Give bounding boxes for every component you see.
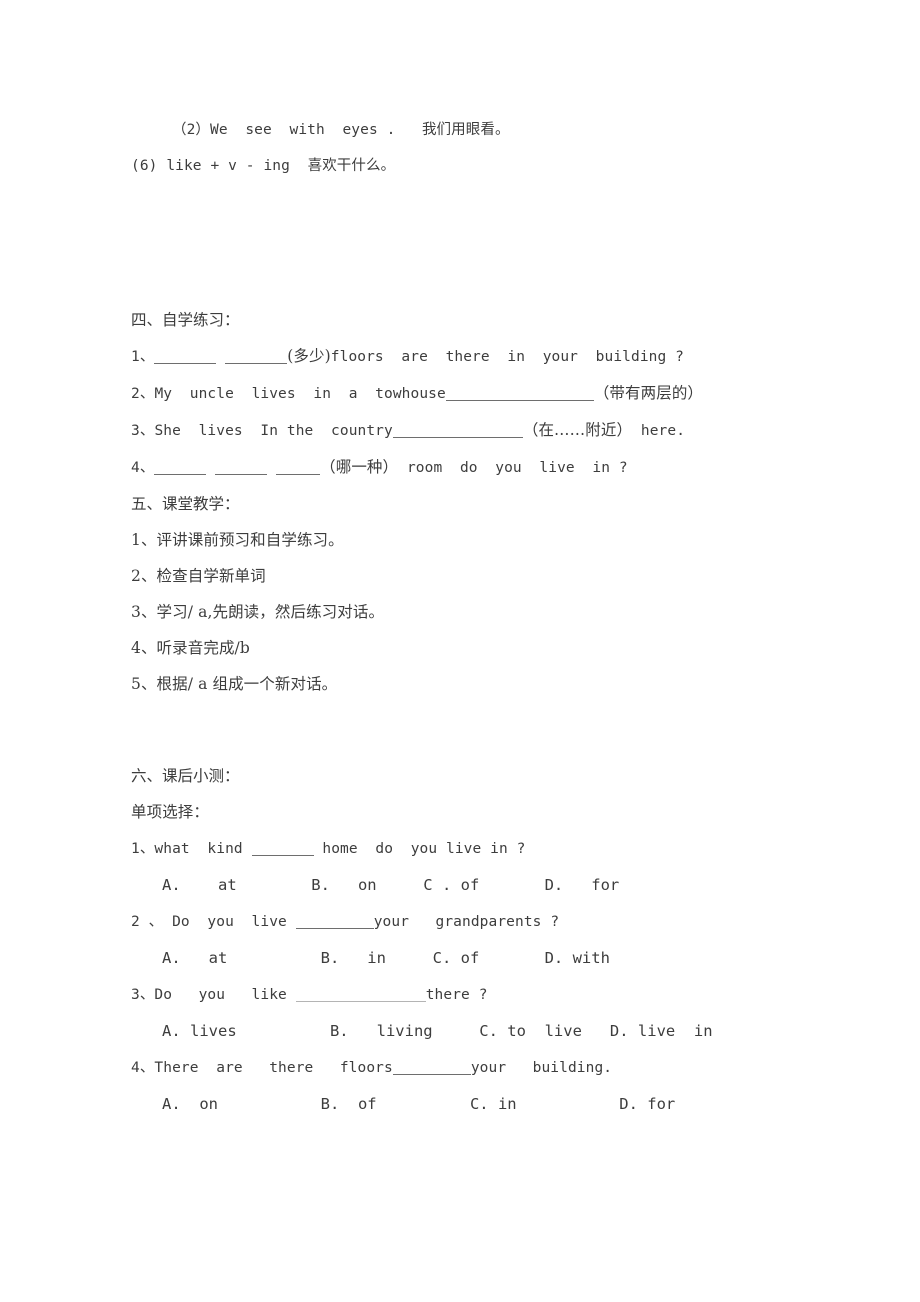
q1-hint: (多少) [287, 347, 331, 365]
section-four-heading: 四、自学练习： [131, 311, 240, 329]
section-six-q4-options[interactable]: A. on B. of C. in D. for [131, 1086, 831, 1122]
section-six-q2-options[interactable]: A. at B. in C. of D. with [131, 940, 831, 976]
q1-number: 1、 [131, 349, 155, 365]
section-six-q1: 1、what kind home do you live in ? [131, 830, 831, 867]
mc-q3-blank[interactable] [295, 986, 426, 1002]
q3-number: 3、 [131, 423, 155, 439]
q2-stem-after: your grandparents ? [373, 914, 560, 930]
section-five-item-5: 5、根据/ a 组成一个新对话。 [131, 675, 338, 693]
document-body: （2）We see with eyes . 我们用眼看。 (6) like + … [131, 112, 831, 1122]
q2-stem: My uncle lives in a towhouse [154, 386, 446, 402]
section-six-q3: 3、Do you like there ? [131, 976, 831, 1013]
section-four-q2: 2、My uncle lives in a towhouse （带有两层的） [131, 375, 831, 412]
top-line-2: (6) like + v - ing 喜欢干什么。 [131, 158, 396, 174]
q2-hint: （带有两层的） [593, 384, 704, 402]
q3-stem: She lives In the country [154, 423, 393, 439]
q2-number: 2、 [131, 386, 155, 402]
document-page: （2）We see with eyes . 我们用眼看。 (6) like + … [0, 0, 920, 1302]
section-six-subheading: 单项选择： [131, 803, 210, 821]
q3-blank[interactable] [392, 422, 523, 438]
mc-q2-blank[interactable] [295, 913, 374, 929]
section-four-q4: 4、 （哪一种） room do you live in ? [131, 449, 831, 486]
section-six-q2: 2 、 Do you live your grandparents ? [131, 903, 831, 940]
q1-tail: floors are there in your building ? [330, 349, 684, 365]
section-five-heading: 五、课堂教学： [131, 495, 240, 513]
q4-blank-2[interactable] [215, 459, 268, 475]
q3-stem-after: there ? [425, 987, 488, 1003]
top-line-1: （2）We see with eyes . 我们用眼看。 [172, 122, 510, 138]
q2-blank[interactable] [445, 385, 594, 401]
section-five-item-4: 4、听录音完成/b [131, 639, 250, 657]
q3-tail: here. [632, 423, 686, 439]
section-five-item-2: 2、检查自学新单词 [131, 567, 266, 585]
section-five-item-1: 1、评讲课前预习和自学练习。 [131, 531, 344, 549]
section-six-q1-options[interactable]: A. at B. on C . of D. for [131, 867, 831, 903]
q4-blank-1[interactable] [154, 459, 207, 475]
q1-stem-after: home do you live in ? [313, 841, 526, 857]
q4-blank-3[interactable] [276, 459, 321, 475]
q3-hint: （在……附近） [522, 421, 633, 439]
section-six-q4: 4、There are there floors your building. [131, 1049, 831, 1086]
q3-stem-before: 3、Do you like [131, 987, 296, 1003]
q1-blank-1[interactable] [154, 348, 217, 364]
q4-stem-after: your building. [470, 1060, 613, 1076]
q4-number: 4、 [131, 460, 155, 476]
q4-tail: room do you live in ? [398, 460, 628, 476]
section-four-q1: 1、 (多少)floors are there in your building… [131, 338, 831, 375]
spacer-block-2 [131, 702, 831, 758]
q4-hint: （哪一种） [320, 458, 399, 476]
q1-stem-before: 1、what kind [131, 841, 252, 857]
section-six-heading: 六、课后小测： [131, 767, 240, 785]
section-four-q3: 3、She lives In the country （在……附近） here. [131, 412, 831, 449]
section-five-item-3: 3、学习/ a,先朗读，然后练习对话。 [131, 603, 385, 621]
section-six-q3-options[interactable]: A. lives B. living C. to live D. live in [131, 1013, 831, 1049]
q1-blank-2[interactable] [225, 348, 288, 364]
q4-stem-before: 4、There are there floors [131, 1060, 393, 1076]
spacer-block-1 [131, 184, 831, 302]
mc-q4-blank[interactable] [392, 1059, 471, 1075]
mc-q1-blank[interactable] [251, 840, 314, 856]
q2-stem-before: 2 、 Do you live [131, 914, 296, 930]
